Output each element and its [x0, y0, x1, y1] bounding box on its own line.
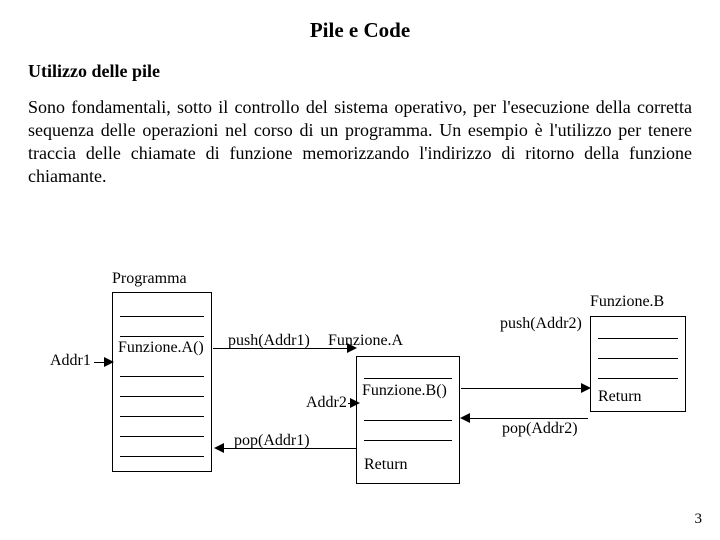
label-addr2: Addr2: [306, 394, 347, 412]
label-return-b: Return: [598, 388, 642, 406]
page-title: Pile e Code: [0, 0, 720, 43]
box-programma: [112, 292, 212, 472]
label-funzione-b-title: Funzione.B: [590, 293, 664, 311]
label-push2: push(Addr2): [500, 315, 582, 333]
arrow-b-to-a: [468, 418, 588, 419]
label-return-a: Return: [364, 456, 408, 474]
blank-line: [598, 358, 678, 359]
blank-line: [120, 456, 204, 457]
call-funzione-a: Funzione.A(): [118, 339, 204, 357]
section-heading: Utilizzo delle pile: [0, 43, 720, 82]
blank-line: [598, 338, 678, 339]
blank-line: [364, 378, 452, 379]
arrowhead-icon: [460, 413, 470, 423]
arrow-a-to-programma: [222, 448, 356, 449]
arrow-a-to-b: [461, 388, 585, 389]
blank-line: [364, 440, 452, 441]
blank-line: [120, 436, 204, 437]
arrowhead-icon: [104, 357, 114, 367]
label-pop2: pop(Addr2): [502, 420, 578, 438]
label-addr1: Addr1: [50, 352, 91, 370]
label-funzione-a-title: Funzione.A: [328, 332, 403, 350]
blank-line: [120, 396, 204, 397]
call-funzione-b: Funzione.B(): [362, 382, 447, 400]
blank-line: [120, 316, 204, 317]
blank-line: [120, 416, 204, 417]
page-number: 3: [695, 511, 703, 528]
blank-line: [120, 336, 204, 337]
arrowhead-icon: [214, 443, 224, 453]
blank-line: [364, 420, 452, 421]
label-programma: Programma: [112, 270, 187, 288]
blank-line: [120, 376, 204, 377]
blank-line: [598, 378, 678, 379]
body-paragraph: Sono fondamentali, sotto il controllo de…: [0, 82, 720, 188]
arrowhead-icon: [350, 398, 360, 408]
